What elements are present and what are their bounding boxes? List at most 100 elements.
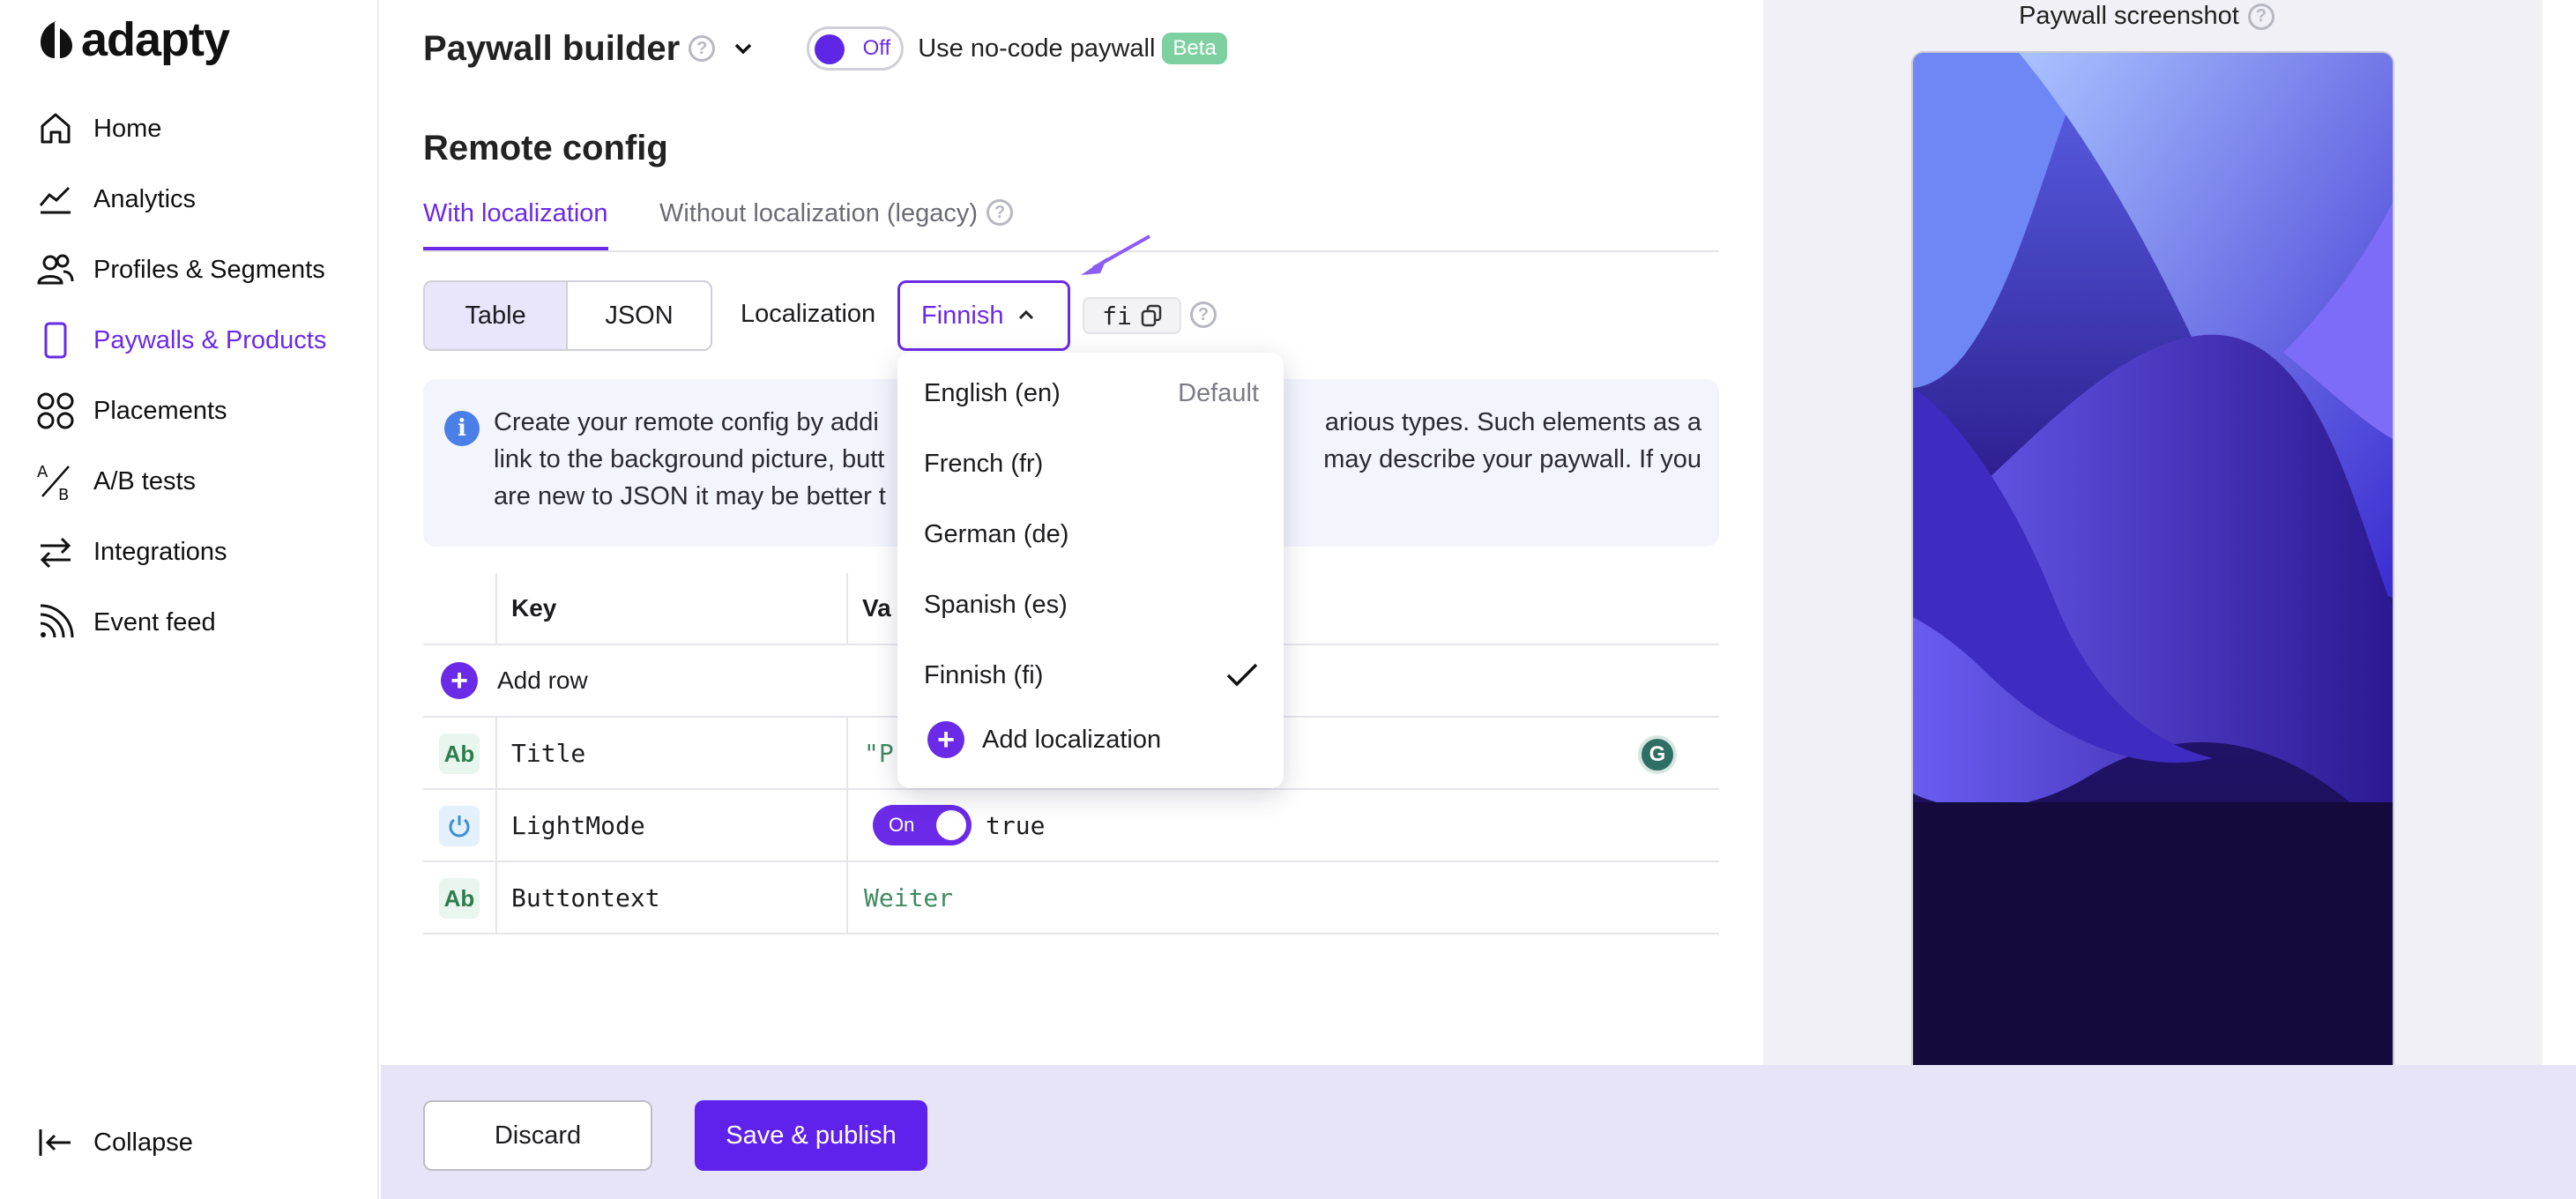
info-line: link to the background picture, butt — [494, 445, 885, 473]
power-icon — [449, 815, 470, 838]
action-bar: Discard Save & publish — [381, 1065, 2576, 1199]
integrations-icon — [40, 537, 71, 569]
grammarly-icon[interactable]: G — [1638, 735, 1677, 774]
column-header-value: Va — [862, 594, 891, 622]
builder-header: Paywall builder ? Off Use no-code paywal… — [423, 26, 1227, 71]
localization-option-fr[interactable]: French (fr) — [924, 437, 1259, 490]
string-type-icon: Ab — [439, 878, 480, 919]
discard-button[interactable]: Discard — [423, 1100, 652, 1171]
phone-icon — [44, 322, 67, 359]
info-line: are new to JSON it may be better t — [494, 482, 886, 510]
info-line: arious types. Such elements as a — [1324, 408, 1701, 436]
collapse-label: Collapse — [93, 1128, 193, 1157]
checkmark-icon — [1226, 663, 1258, 687]
analytics-icon — [39, 186, 71, 214]
localization-code: fi — [1102, 301, 1132, 331]
row-key[interactable]: LightMode — [511, 790, 645, 860]
option-label: Spanish (es) — [924, 590, 1068, 619]
localization-option-en[interactable]: English (en) Default — [924, 367, 1259, 420]
copy-icon[interactable] — [1141, 304, 1162, 327]
localization-option-fi[interactable]: Finnish (fi) — [924, 649, 1259, 702]
lightmode-toggle[interactable]: On — [873, 805, 972, 845]
sidebar-item-label: Integrations — [93, 537, 227, 566]
sidebar-item-placements[interactable]: Placements — [35, 386, 227, 436]
svg-text:B: B — [58, 486, 69, 502]
localization-option-de[interactable]: German (de) — [924, 508, 1259, 561]
adapty-logo[interactable]: adapty — [39, 12, 230, 67]
nocode-label: Use no-code paywall — [918, 34, 1156, 63]
sidebar-item-profiles-segments[interactable]: Profiles & Segments — [35, 245, 325, 294]
sidebar: adapty Home Analytics Profiles & Segment… — [0, 0, 379, 1199]
row-key[interactable]: Title — [511, 718, 585, 788]
svg-text:A: A — [37, 463, 48, 481]
page-title: Paywall builder — [423, 28, 681, 68]
option-label: French (fr) — [924, 449, 1044, 478]
toggle-state: Off — [862, 36, 891, 60]
chevron-down-icon[interactable] — [729, 34, 757, 63]
section-title: Remote config — [423, 129, 668, 168]
default-tag: Default — [1178, 378, 1259, 407]
sidebar-item-label: Profiles & Segments — [93, 255, 325, 284]
users-icon — [37, 254, 74, 285]
option-label: Finnish (fi) — [924, 660, 1044, 689]
table-row[interactable]: Ab Buttontext Weiter — [423, 862, 1719, 935]
collapse-button[interactable]: Collapse — [35, 1118, 193, 1167]
help-icon[interactable]: ? — [1190, 302, 1217, 328]
help-icon[interactable]: ? — [689, 35, 716, 62]
save-publish-button[interactable]: Save & publish — [695, 1100, 927, 1171]
tab-without-localization[interactable]: Without localization (legacy) ? — [659, 199, 1014, 250]
sidebar-item-label: Event feed — [93, 607, 216, 637]
feed-icon — [40, 604, 74, 638]
sidebar-item-label: A/B tests — [93, 466, 197, 495]
sidebar-item-label: Paywalls & Products — [93, 325, 327, 354]
boolean-type-icon — [439, 806, 480, 846]
sidebar-item-analytics[interactable]: Analytics — [35, 175, 196, 224]
help-icon[interactable]: ? — [2247, 3, 2274, 30]
sidebar-item-integrations[interactable]: Integrations — [35, 527, 227, 577]
localization-option-es[interactable]: Spanish (es) — [924, 578, 1259, 631]
view-switch: Table JSON — [423, 280, 712, 351]
option-label: English (en) — [924, 378, 1061, 407]
help-icon[interactable]: ? — [986, 199, 1014, 226]
grid-icon — [37, 392, 74, 429]
sidebar-item-label: Placements — [93, 396, 227, 425]
localization-label: Localization — [741, 300, 876, 328]
config-tabs: With localization Without localization (… — [423, 199, 1719, 252]
row-value: true — [986, 810, 1046, 840]
preview-title: Paywall screenshot — [2019, 2, 2239, 30]
row-key[interactable]: Buttontext — [511, 862, 660, 933]
string-type-icon: Ab — [439, 734, 480, 774]
info-line: Create your remote config by addi — [494, 408, 879, 436]
table-row[interactable]: LightMode On true — [423, 790, 1719, 862]
sidebar-item-ab-tests[interactable]: AB A/B tests — [35, 457, 196, 506]
add-row-label: Add row — [497, 667, 588, 694]
nocode-toggle[interactable]: Off — [807, 26, 905, 71]
localization-code-chip[interactable]: fi — [1083, 297, 1181, 334]
tab-with-localization[interactable]: With localization — [423, 199, 608, 250]
sidebar-item-event-feed[interactable]: Event feed — [35, 598, 216, 647]
logo-text: adapty — [81, 13, 230, 66]
toggle-knob — [815, 34, 845, 64]
toggle-state: On — [889, 814, 915, 836]
info-icon: i — [444, 411, 480, 446]
row-value[interactable]: "P — [864, 718, 894, 788]
tab-label: Without localization (legacy) — [659, 199, 979, 227]
localization-select[interactable]: Finnish — [897, 280, 1070, 351]
collapse-icon — [39, 1129, 71, 1156]
add-localization-label: Add localization — [982, 725, 1162, 754]
sidebar-item-home[interactable]: Home — [35, 104, 161, 153]
preview-panel: Paywall screenshot ? — [1763, 0, 2542, 1065]
row-value[interactable]: Weiter — [864, 862, 953, 933]
adapty-logo-icon — [41, 21, 72, 58]
option-label: German (de) — [924, 519, 1069, 548]
toggle-knob — [936, 810, 966, 840]
json-view-button[interactable]: JSON — [568, 282, 711, 349]
add-localization-button[interactable]: + Add localization — [927, 721, 1161, 758]
preview-header: Paywall screenshot ? — [2019, 2, 2274, 31]
arrow-annotation-icon — [1081, 235, 1150, 275]
sidebar-item-paywalls-products[interactable]: Paywalls & Products — [35, 316, 326, 365]
ab-test-icon: AB — [37, 463, 70, 502]
chevron-up-icon — [1018, 309, 1033, 320]
table-view-button[interactable]: Table — [425, 282, 568, 349]
localization-selected: Finnish — [921, 301, 1004, 330]
